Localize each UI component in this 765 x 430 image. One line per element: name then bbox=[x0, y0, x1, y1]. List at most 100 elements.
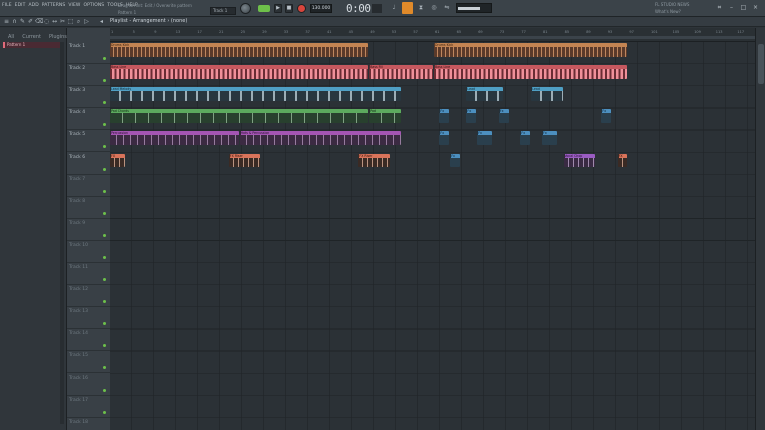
track-enable-led[interactable] bbox=[103, 322, 106, 326]
mute-icon[interactable]: ◌ bbox=[43, 18, 50, 25]
track-header[interactable]: Track 10 bbox=[67, 241, 110, 263]
play-button[interactable]: ▶ bbox=[274, 4, 282, 13]
track-enable-led[interactable] bbox=[103, 388, 106, 392]
pattern-clip[interactable]: Vocal Chop bbox=[563, 153, 595, 168]
track-header[interactable]: Track 3 bbox=[67, 86, 110, 109]
pattern-selector[interactable]: Track 1 bbox=[210, 7, 236, 15]
pattern-clip[interactable]: Drums Kick bbox=[110, 43, 369, 57]
track-header[interactable]: Track 11 bbox=[67, 263, 110, 286]
master-pitch-slider[interactable] bbox=[456, 3, 492, 13]
metronome-icon[interactable]: ♩ bbox=[390, 4, 398, 12]
browser-pattern-item[interactable]: Pattern 1 bbox=[3, 42, 61, 48]
zoom-icon[interactable]: ⌕ bbox=[75, 18, 82, 25]
pattern-clip[interactable]: Bass Fill bbox=[369, 65, 433, 79]
pattern-clip[interactable]: Fx bbox=[477, 131, 493, 146]
close-icon[interactable]: × bbox=[752, 4, 759, 12]
track-enable-led[interactable] bbox=[103, 123, 106, 127]
track-enable-led[interactable] bbox=[103, 300, 106, 304]
playback-icon[interactable]: ▷ bbox=[83, 18, 90, 25]
pattern-clip[interactable]: Drums Kick bbox=[434, 43, 628, 57]
scrollbar-thumb[interactable] bbox=[758, 44, 764, 84]
browser-toggle-icon[interactable]: ≡ bbox=[3, 18, 10, 25]
song-mode-button[interactable] bbox=[258, 5, 270, 12]
slip-icon[interactable]: ↔ bbox=[51, 18, 58, 25]
menu-item-edit[interactable]: EDIT bbox=[15, 3, 26, 10]
news-panel-text[interactable]: What's New? bbox=[655, 9, 681, 14]
arrow-left-icon[interactable]: ◂ bbox=[98, 18, 105, 25]
pattern-clip[interactable]: Lead Melody bbox=[110, 87, 401, 101]
pattern-clip[interactable]: Fx bbox=[498, 109, 509, 123]
track-header[interactable]: Track 7 bbox=[67, 175, 110, 197]
pattern-clip[interactable]: Fx bbox=[439, 109, 450, 123]
track-header[interactable]: Track 12 bbox=[67, 285, 110, 308]
pattern-clip[interactable]: Lead bbox=[531, 87, 563, 101]
pattern-clip[interactable]: Hats & Percussion bbox=[239, 131, 401, 146]
magnet-icon[interactable]: ∩ bbox=[11, 18, 18, 25]
track-header[interactable]: Track 16 bbox=[67, 374, 110, 396]
browser-tab-current[interactable]: Current bbox=[22, 34, 41, 41]
record-button[interactable] bbox=[297, 4, 306, 13]
track-header[interactable]: Track 13 bbox=[67, 307, 110, 330]
tempo-display[interactable]: 130.000 bbox=[310, 4, 332, 13]
track-enable-led[interactable] bbox=[103, 233, 106, 237]
blend-icon[interactable]: ⇋ bbox=[443, 4, 451, 12]
pattern-clip[interactable]: Fx bbox=[601, 109, 612, 123]
menu-item-patterns[interactable]: PATTERNS bbox=[42, 3, 66, 10]
playlist-vertical-scrollbar[interactable] bbox=[755, 28, 765, 430]
track-enable-led[interactable] bbox=[103, 255, 106, 259]
arrangement-grid[interactable]: Drums Kick Drums Kick Bass Line Bass Fill Ba… bbox=[110, 42, 755, 430]
track-header[interactable]: Track 8 bbox=[67, 197, 110, 219]
pattern-clip[interactable]: Fx bbox=[439, 131, 450, 146]
pattern-clip[interactable]: FX bbox=[110, 153, 126, 168]
pattern-clip[interactable]: Fx bbox=[542, 131, 558, 146]
timeline-ruler[interactable]: 1 5 9 13 17 21 25 29 33 37 41 45 49 53 57 61 65 69 73 77 81 8… bbox=[110, 28, 755, 42]
track-header[interactable]: Track 6 bbox=[67, 153, 110, 175]
track-enable-led[interactable] bbox=[103, 410, 106, 414]
minimize-icon[interactable]: – bbox=[728, 4, 735, 12]
track-enable-led[interactable] bbox=[103, 344, 106, 348]
pattern-clip[interactable]: Pad Chords bbox=[110, 109, 369, 123]
wait-icon[interactable]: ⧗ bbox=[417, 4, 425, 12]
browser-tab-plugins[interactable]: Plugins bbox=[49, 34, 67, 41]
track-header[interactable]: Track 17 bbox=[67, 396, 110, 418]
track-header[interactable]: Track 5 bbox=[67, 130, 110, 153]
track-header[interactable]: Track 9 bbox=[67, 219, 110, 241]
menu-item-add[interactable]: ADD bbox=[28, 3, 38, 10]
pencil-icon[interactable]: ✎ bbox=[19, 18, 26, 25]
track-enable-led[interactable] bbox=[103, 57, 106, 60]
pattern-clip[interactable]: FX Riser bbox=[358, 153, 390, 168]
track-enable-led[interactable] bbox=[103, 211, 106, 215]
news-panel-title[interactable]: FL STUDIO NEWS bbox=[655, 2, 689, 7]
loop-range-bar[interactable] bbox=[110, 36, 755, 39]
stop-button[interactable]: ■ bbox=[285, 4, 293, 13]
maximize-icon[interactable]: □ bbox=[740, 4, 747, 12]
countdown-icon[interactable]: ◎ bbox=[430, 4, 438, 12]
track-enable-led[interactable] bbox=[103, 189, 106, 193]
track-enable-led[interactable] bbox=[103, 278, 106, 281]
brush-icon[interactable]: ✐ bbox=[27, 18, 34, 25]
pattern-clip[interactable]: Bass Line bbox=[110, 65, 369, 79]
browser-tab-all[interactable]: All bbox=[8, 34, 14, 41]
track-header[interactable]: Track 2 bbox=[67, 64, 110, 87]
pattern-clip[interactable]: FX Riser bbox=[228, 153, 261, 168]
track-enable-led[interactable] bbox=[103, 366, 106, 370]
pattern-clip[interactable]: Fx bbox=[466, 109, 477, 123]
track-enable-led[interactable] bbox=[103, 145, 106, 149]
track-header[interactable]: Track 14 bbox=[67, 329, 110, 352]
pattern-clip[interactable]: Fx bbox=[520, 131, 531, 146]
slice-icon[interactable]: ✂ bbox=[59, 18, 66, 25]
master-volume-knob[interactable] bbox=[240, 3, 251, 14]
pattern-clip[interactable]: Percussion bbox=[110, 131, 239, 146]
select-icon[interactable]: ⬚ bbox=[67, 18, 74, 25]
pattern-clip[interactable]: Fx bbox=[450, 153, 460, 168]
menu-item-view[interactable]: VIEW bbox=[68, 3, 80, 10]
track-enable-led[interactable] bbox=[103, 167, 106, 171]
track-header[interactable]: Track 4 bbox=[67, 108, 110, 131]
menu-item-options[interactable]: OPTIONS bbox=[83, 3, 104, 10]
pattern-clip[interactable]: FX bbox=[617, 153, 628, 168]
snap-icon[interactable]: ⌗ bbox=[716, 4, 723, 12]
typing-keyboard-button[interactable] bbox=[402, 2, 413, 14]
pattern-clip[interactable]: Bass Line bbox=[434, 65, 628, 79]
track-header[interactable]: Track 1 bbox=[67, 42, 110, 65]
track-header[interactable]: Track 15 bbox=[67, 351, 110, 374]
